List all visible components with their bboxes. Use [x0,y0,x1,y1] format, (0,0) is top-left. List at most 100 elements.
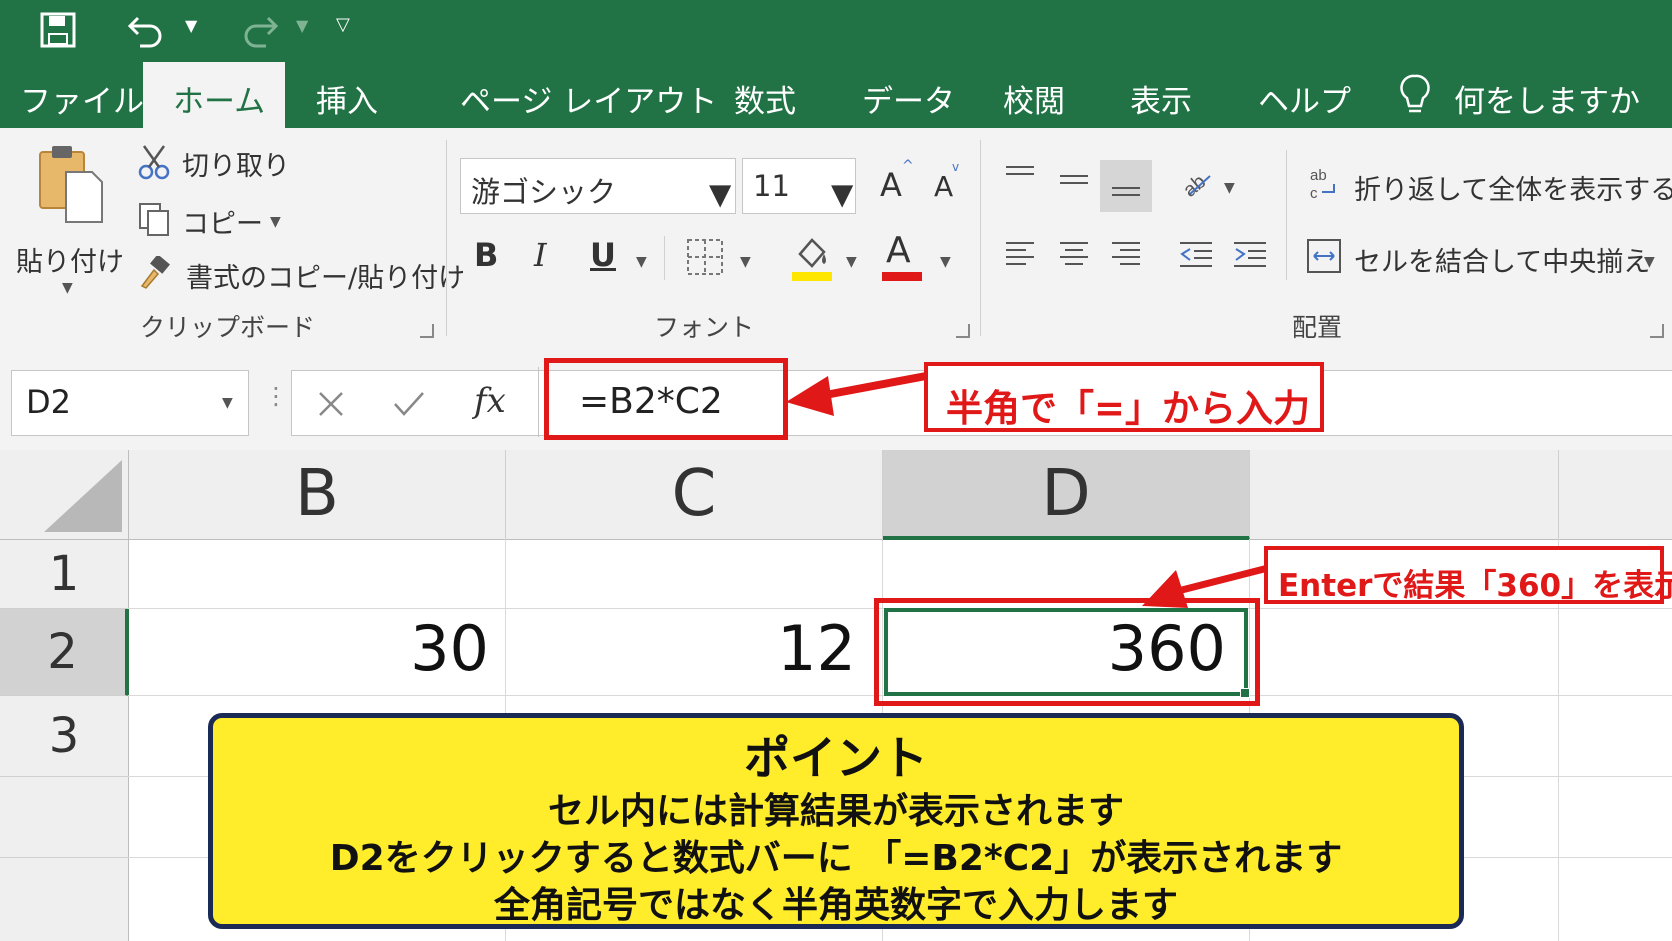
cut-button[interactable]: 切り取り [182,144,290,183]
divider [538,367,539,437]
tab-home[interactable]: ホーム [143,62,285,130]
underline-dropdown-icon[interactable]: ▼ [636,254,647,270]
font-launcher-icon[interactable] [956,324,970,338]
paste-dropdown-icon: ▼ [62,280,73,296]
group-divider [446,140,447,336]
arrow-to-result [1142,564,1269,608]
orientation-dropdown-icon[interactable]: ▼ [1224,180,1235,196]
borders-dropdown-icon[interactable]: ▼ [740,254,751,270]
column-header-d[interactable]: D [883,450,1250,540]
orientation-icon[interactable]: ab [1180,168,1214,198]
underline-button[interactable]: U [590,236,616,274]
font-name-select[interactable]: 游ゴシック ▼ [460,158,736,214]
svg-text:c: c [1310,185,1318,202]
font-color-swatch [882,272,922,281]
italic-button[interactable]: I [534,236,547,274]
font-group-label: フォント [654,313,755,342]
merge-center-button[interactable]: セルを結合して中央揃え [1354,240,1650,279]
divider [1286,150,1287,280]
chevron-down-icon: ▼ [709,177,732,211]
grow-font-button[interactable]: A [880,166,902,204]
svg-text:ab: ab [1180,171,1210,198]
tab-view[interactable]: 表示 [1130,76,1192,121]
align-right-icon[interactable] [1110,240,1142,270]
font-color-dropdown-icon[interactable]: ▼ [940,254,951,270]
redo-dropdown-icon[interactable]: ▼ [296,16,308,35]
align-center-icon[interactable] [1058,240,1090,270]
paste-label: 貼り付け [16,247,124,278]
align-middle-icon[interactable] [1058,170,1090,196]
fill-color-dropdown-icon[interactable]: ▼ [846,254,857,270]
format-painter-icon [140,256,170,289]
shrink-arrow-icon: v [952,160,960,174]
undo-dropdown-icon[interactable]: ▼ [185,16,197,35]
tab-help[interactable]: ヘルプ [1258,76,1351,121]
divider [664,236,665,280]
cancel-icon[interactable] [316,389,346,419]
name-box[interactable]: D2 ▼ [11,370,249,436]
ribbon: 貼り付け ▼ 切り取り コピー ▼ 書式のコピー/貼り付け クリップボード 游ゴ… [0,128,1672,349]
select-all-button[interactable] [0,450,129,540]
customize-qat-icon[interactable]: ▽ [336,14,350,35]
undo-icon[interactable] [126,10,166,50]
font-size-value: 11 [753,169,790,203]
align-bottom-button[interactable] [1100,160,1152,212]
align-left-icon[interactable] [1004,240,1036,270]
grow-arrow-icon: ^ [902,158,914,174]
align-bottom-icon [1112,187,1140,196]
increase-indent-icon[interactable] [1232,240,1268,270]
name-box-dropdown-icon[interactable]: ▼ [222,395,233,411]
alignment-launcher-icon[interactable] [1650,324,1664,338]
row-header-1[interactable]: 1 [0,540,129,609]
wrap-text-button[interactable]: 折り返して全体を表示する [1354,168,1672,207]
tab-insert[interactable]: 挿入 [316,76,378,121]
arrow-to-formula [786,372,927,416]
tab-file[interactable]: ファイル [20,76,144,121]
clipboard-group-label: クリップボード [140,313,316,342]
point-line-2: D2をクリックすると数式バーに 「=B2*C2」が表示されます [329,838,1343,879]
alignment-group-label: 配置 [1292,313,1343,342]
column-header-c[interactable]: C [506,450,883,540]
cell-b2[interactable]: 30 [129,612,489,685]
enter-check-icon[interactable] [392,389,426,419]
copy-icon [139,203,169,236]
row-header-3[interactable]: 3 [0,696,129,777]
format-painter-button[interactable]: 書式のコピー/貼り付け [186,256,465,295]
formula-bar-grip-icon[interactable]: ⋮ [264,382,288,410]
group-divider [980,140,981,336]
clipboard-launcher-icon[interactable] [420,324,434,338]
lightbulb-icon [1400,74,1430,113]
column-header-f[interactable] [1559,450,1672,540]
tab-data[interactable]: データ [862,76,955,121]
borders-icon[interactable] [686,238,724,276]
point-line-3: 全角記号ではなく半角英数字で入力します [493,885,1178,926]
shrink-font-button[interactable]: A [934,170,953,203]
paste-button[interactable]: 貼り付け ▼ [14,142,124,296]
callout-result: Enterで結果「360」を表示 [1264,546,1672,604]
copy-dropdown-icon[interactable]: ▼ [270,214,281,230]
redo-icon[interactable] [240,10,280,50]
copy-button[interactable]: コピー [182,202,263,241]
merge-dropdown-icon[interactable]: ▼ [1644,254,1655,270]
font-color-button[interactable]: A [882,230,922,282]
bold-button[interactable]: B [474,236,498,274]
column-header-b[interactable]: B [129,450,506,540]
cell-c2[interactable]: 12 [506,612,856,685]
decrease-indent-icon[interactable] [1178,240,1214,270]
align-top-icon[interactable] [1004,164,1036,190]
row-header-5[interactable] [0,858,129,941]
column-header-e[interactable] [1250,450,1559,540]
tab-review[interactable]: 校閲 [1003,76,1065,121]
font-size-select[interactable]: 11 ▼ [742,158,856,214]
tell-me-search[interactable]: 何をしますか [1454,76,1640,121]
row-header-4[interactable] [0,777,129,858]
row-header-2[interactable]: 2 [0,609,129,696]
save-icon[interactable] [40,10,76,50]
tab-page-layout[interactable]: ページ レイアウト [460,76,717,121]
wrap-text-icon: ab c [1310,167,1335,202]
fill-color-icon[interactable] [792,232,834,282]
name-box-value: D2 [26,383,71,421]
insert-function-button[interactable]: fx [474,381,506,421]
tab-formulas[interactable]: 数式 [734,76,796,121]
point-title: ポイント [744,731,928,785]
